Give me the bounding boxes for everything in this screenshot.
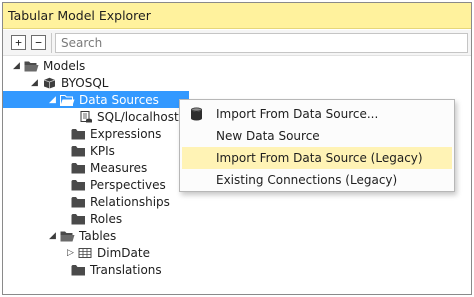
- folder-icon: [71, 264, 86, 276]
- menu-item-label: Existing Connections (Legacy): [216, 173, 398, 187]
- model-cube-icon: [42, 77, 57, 89]
- tree-node-label: KPIs: [90, 143, 115, 158]
- tree-node-tables[interactable]: ◢ Tables: [47, 227, 116, 244]
- toolbar-separator: [51, 33, 52, 53]
- folder-open-icon: [60, 94, 75, 106]
- folder-open-icon: [24, 60, 39, 72]
- tree-node-expressions[interactable]: Expressions: [58, 125, 161, 142]
- tree-node-relationships[interactable]: Relationships: [58, 193, 170, 210]
- menu-item-existing-connections-legacy[interactable]: Existing Connections (Legacy): [182, 169, 452, 191]
- menu-item-label: Import From Data Source...: [216, 107, 379, 121]
- table-icon: [78, 247, 93, 259]
- folder-open-icon: [60, 230, 75, 242]
- menu-item-import-from-data-source[interactable]: Import From Data Source...: [182, 103, 452, 125]
- window-title: Tabular Model Explorer: [8, 8, 151, 23]
- menu-item-label: Import From Data Source (Legacy): [216, 151, 423, 165]
- folder-icon: [71, 128, 86, 140]
- tree-node-perspectives[interactable]: Perspectives: [58, 176, 166, 193]
- tree-node-roles[interactable]: Roles: [58, 210, 122, 227]
- tree-node-label: Relationships: [90, 194, 170, 209]
- tree-node-label: Roles: [90, 211, 123, 226]
- tree-node-byosql[interactable]: ◢ BYOSQL: [29, 74, 108, 91]
- title-bar: Tabular Model Explorer: [3, 3, 471, 29]
- tree-node-sql-localhost[interactable]: SQL/localhost: [76, 108, 179, 125]
- collapsed-arrow-icon[interactable]: ▷: [65, 248, 76, 258]
- tree-node-label: SQL/localhost: [97, 109, 179, 124]
- tree-node-label: BYOSQL: [61, 75, 109, 90]
- tree-node-data-sources[interactable]: ◢ Data Sources: [3, 91, 189, 108]
- tree-node-label: Measures: [90, 160, 148, 175]
- expanded-arrow-icon[interactable]: ◢: [29, 78, 40, 88]
- tree-node-dimdate[interactable]: ▷ DimDate: [65, 244, 150, 261]
- collapse-all-icon[interactable]: −: [31, 35, 46, 50]
- tree-node-measures[interactable]: Measures: [58, 159, 147, 176]
- tree-node-label: Tables: [79, 228, 117, 243]
- tree-node-kpis[interactable]: KPIs: [58, 142, 115, 159]
- folder-icon: [71, 145, 86, 157]
- folder-icon: [71, 162, 86, 174]
- folder-icon: [71, 196, 86, 208]
- tree-node-label: Models: [43, 58, 86, 73]
- tree-node-label: Perspectives: [90, 177, 166, 192]
- tree-node-translations[interactable]: Translations: [58, 261, 162, 278]
- context-menu: Import From Data Source... New Data Sour…: [179, 99, 455, 192]
- tree-node-label: Translations: [90, 262, 162, 277]
- tree-node-label: DimDate: [97, 245, 150, 260]
- folder-icon: [71, 179, 86, 191]
- tabular-model-explorer-window: Tabular Model Explorer + − ◢ Models ◢ BY…: [2, 2, 472, 295]
- toolbar: + −: [3, 30, 471, 56]
- expanded-arrow-icon[interactable]: ◢: [11, 61, 22, 71]
- expanded-arrow-icon[interactable]: ◢: [47, 95, 58, 105]
- expanded-arrow-icon[interactable]: ◢: [47, 231, 58, 241]
- tree-node-label: Expressions: [90, 126, 162, 141]
- tree-node-models[interactable]: ◢ Models: [11, 57, 85, 74]
- expand-all-icon[interactable]: +: [11, 35, 26, 50]
- data-source-icon: [78, 111, 93, 123]
- database-icon: [191, 107, 202, 121]
- search-input[interactable]: [55, 33, 468, 53]
- tree-node-label: Data Sources: [79, 92, 159, 107]
- menu-item-label: New Data Source: [216, 129, 320, 143]
- menu-item-import-from-data-source-legacy[interactable]: Import From Data Source (Legacy): [182, 147, 452, 169]
- folder-icon: [71, 213, 86, 225]
- menu-item-new-data-source[interactable]: New Data Source: [182, 125, 452, 147]
